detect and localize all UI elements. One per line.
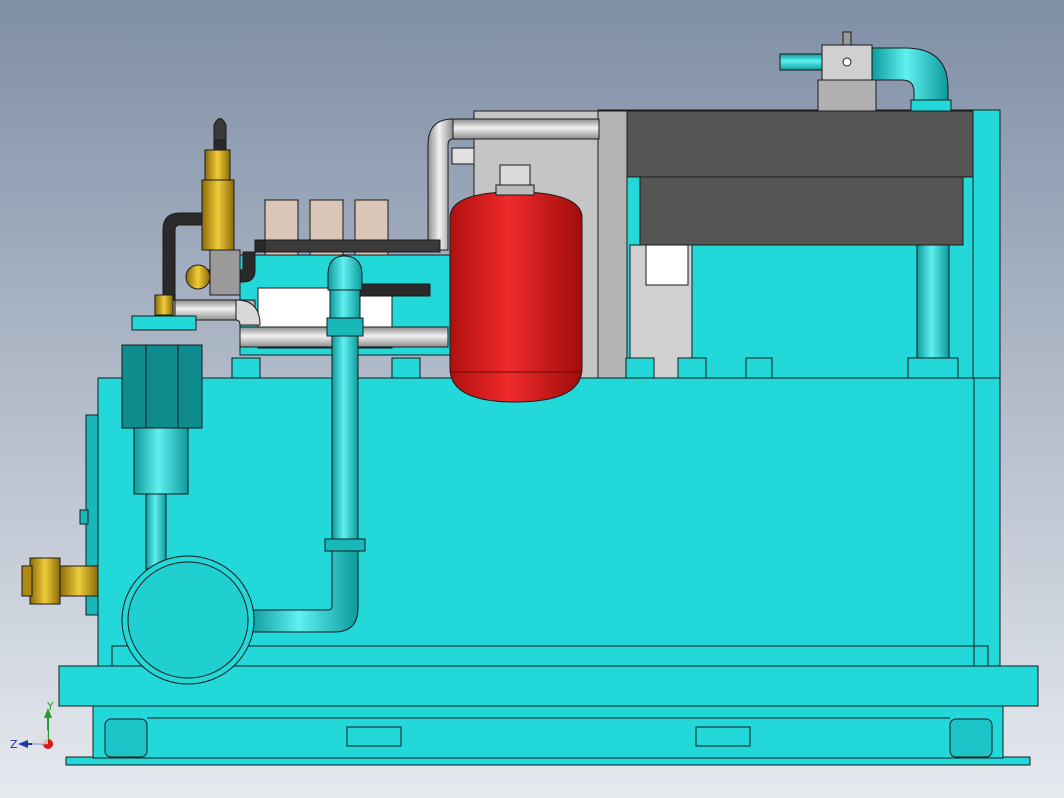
skid-right-foot — [949, 718, 993, 758]
skid-frame — [92, 705, 1004, 759]
mount-foot-2 — [391, 357, 421, 379]
mount-foot-1 — [231, 357, 261, 379]
cad-viewport[interactable]: Y Z — [0, 0, 1064, 798]
side-flange-outer — [79, 509, 89, 525]
accumulator — [449, 164, 583, 403]
mount-foot-3 — [625, 357, 655, 379]
mount-foot-4 — [677, 357, 707, 379]
cover-panel — [626, 110, 974, 178]
hydraulic-unit-drawing: Y Z — [0, 0, 1064, 798]
triad-z-label: Z — [10, 738, 18, 751]
suction-nipple — [59, 565, 99, 597]
skid-slot-left — [346, 726, 402, 747]
skid-slot-right — [695, 726, 751, 747]
mount-foot-5 — [745, 357, 773, 379]
triad-y-label: Y — [46, 700, 54, 713]
skid-left-foot — [104, 718, 148, 758]
cover-panel-lower — [639, 176, 964, 246]
